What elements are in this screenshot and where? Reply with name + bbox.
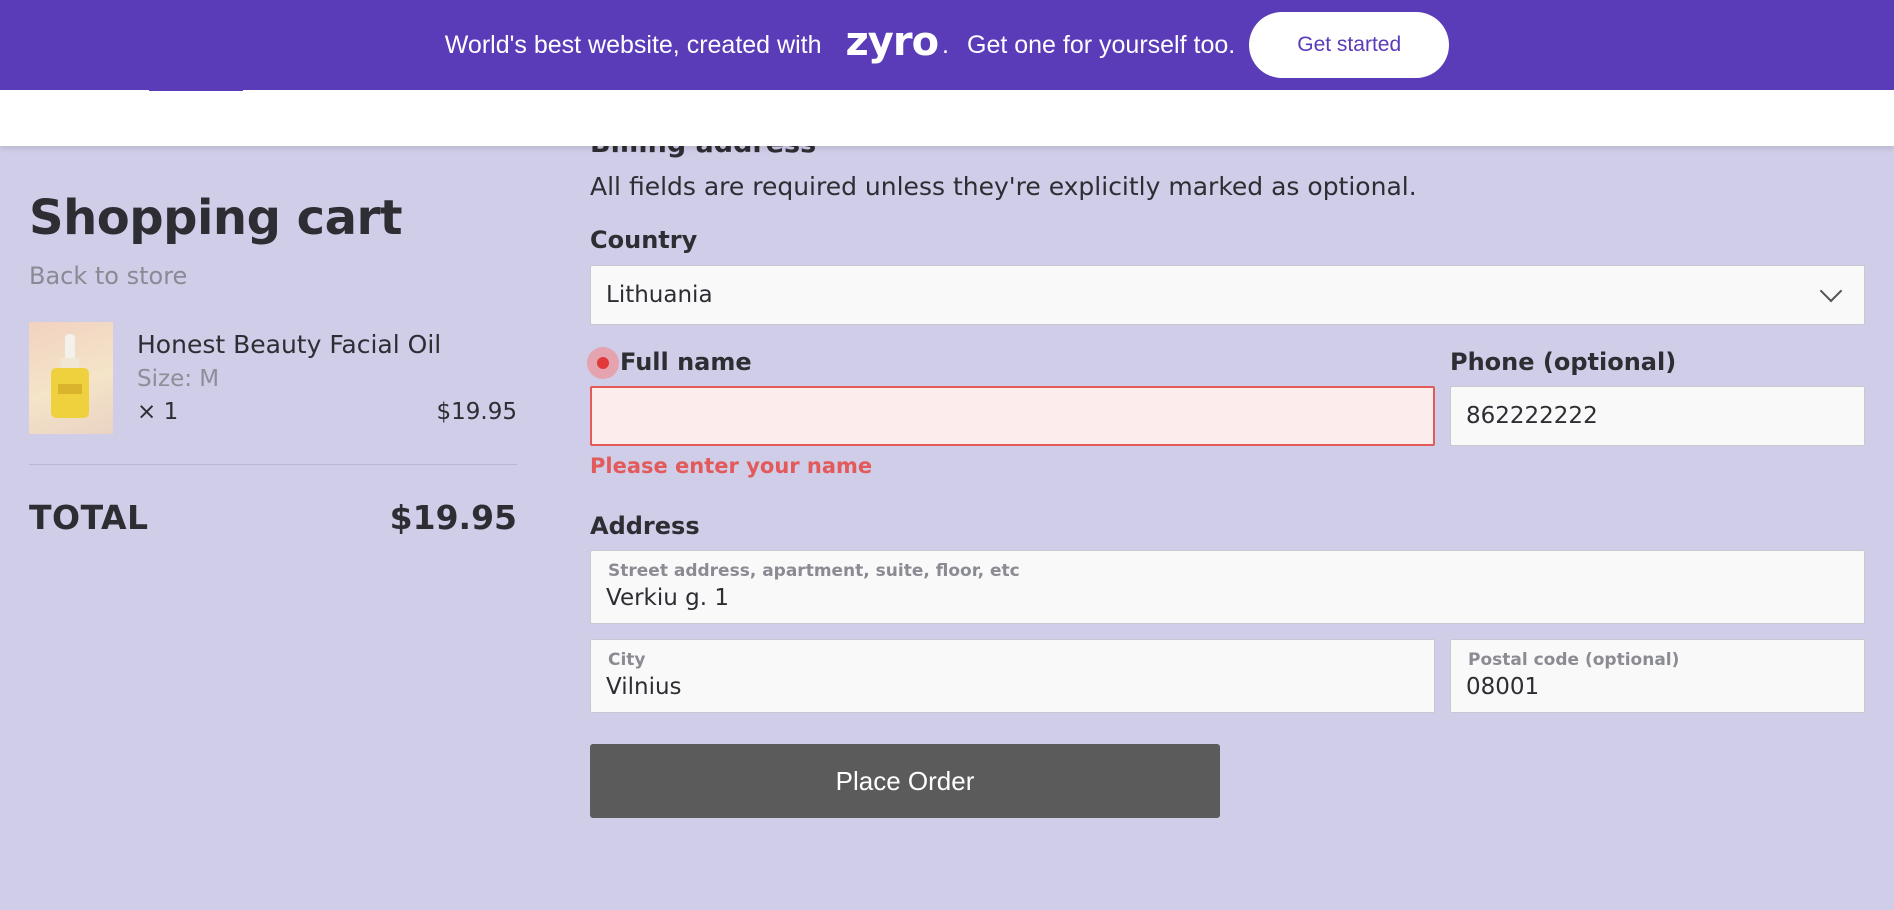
phone-input[interactable]	[1450, 386, 1865, 446]
place-order-button[interactable]: Place Order	[590, 744, 1220, 818]
product-image	[29, 322, 113, 434]
postal-code-label: Postal code (optional)	[1468, 650, 1680, 670]
phone-label: Phone (optional)	[1450, 348, 1677, 376]
page-title: Shopping cart	[29, 190, 403, 246]
postal-code-field[interactable]: Postal code (optional)	[1450, 639, 1865, 713]
product-price: $19.95	[436, 399, 517, 425]
bottle-cap-shape	[65, 334, 75, 360]
country-select[interactable]: Lithuania	[590, 265, 1865, 325]
get-started-button[interactable]: Get started	[1249, 12, 1450, 78]
street-address-field[interactable]: Street address, apartment, suite, floor,…	[590, 550, 1865, 624]
postal-code-input[interactable]	[1466, 674, 1849, 700]
summary-divider	[29, 464, 517, 465]
city-input[interactable]	[606, 674, 1419, 700]
error-indicator-icon	[587, 347, 619, 379]
bottle-label-shape	[58, 384, 82, 394]
product-size: Size: M	[137, 366, 220, 392]
city-label: City	[608, 650, 646, 670]
full-name-label: Full name	[620, 348, 752, 376]
full-name-error: Please enter your name	[590, 454, 873, 478]
address-label: Address	[590, 512, 700, 540]
promo-banner: World's best website, created with zyro.…	[0, 0, 1894, 90]
total-label: TOTAL	[29, 498, 149, 537]
street-address-label: Street address, apartment, suite, floor,…	[608, 561, 1020, 581]
total-value: $19.95	[389, 498, 517, 537]
full-name-input[interactable]	[590, 386, 1435, 446]
promo-text-after: Get one for yourself too.	[967, 30, 1236, 59]
zyro-logo: zyro	[845, 19, 939, 65]
country-selected-value: Lithuania	[606, 282, 713, 308]
back-to-store-link[interactable]: Back to store	[29, 262, 187, 290]
street-address-input[interactable]	[606, 585, 1849, 611]
product-name: Honest Beauty Facial Oil	[137, 330, 442, 359]
city-field[interactable]: City	[590, 639, 1435, 713]
product-quantity: × 1	[137, 399, 179, 425]
promo-dot: .	[942, 30, 949, 59]
promo-text: World's best website, created with	[444, 30, 822, 59]
chevron-down-icon	[1819, 279, 1843, 303]
required-fields-note: All fields are required unless they're e…	[590, 172, 1417, 201]
country-label: Country	[590, 226, 698, 254]
